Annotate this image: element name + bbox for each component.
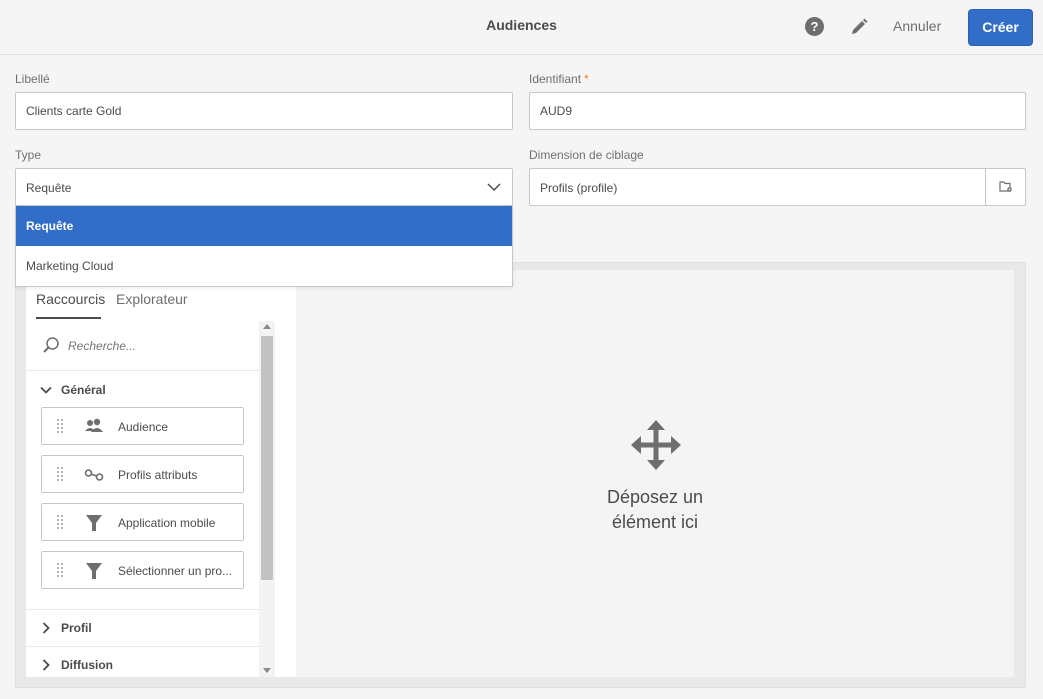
identifier-field-label: Identifiant * — [529, 72, 589, 86]
label-input[interactable] — [15, 92, 513, 130]
palette-item-label: Audience — [118, 420, 169, 434]
section-profile[interactable]: Profil — [26, 610, 259, 646]
drop-zone-line-2: élément ici — [611, 512, 699, 532]
type-option-query[interactable]: Requête — [16, 206, 512, 246]
palette-item-label: Sélectionner un pro... — [118, 564, 233, 578]
scroll-thumb[interactable] — [261, 336, 273, 580]
drag-handle-icon — [57, 563, 63, 577]
drag-handle-icon — [57, 467, 63, 481]
page-title: Audiences — [486, 17, 557, 33]
drag-handle-icon — [57, 419, 63, 433]
palette-item-label: Application mobile — [118, 516, 216, 530]
pencil-icon[interactable] — [849, 17, 869, 37]
filter-icon — [86, 563, 102, 579]
target-dimension-label: Dimension de ciblage — [529, 148, 644, 162]
type-select[interactable]: Requête — [15, 168, 513, 206]
identifier-input[interactable] — [529, 92, 1026, 130]
palette-item-audience[interactable]: Audience — [41, 407, 244, 445]
type-dropdown-menu: Requête Marketing Cloud — [15, 206, 513, 287]
folder-gear-icon — [999, 181, 1012, 192]
link-icon — [84, 469, 104, 481]
scroll-up-arrow-icon[interactable] — [263, 324, 271, 329]
palette-item-label: Profils attributs — [118, 468, 198, 482]
tab-shortcuts[interactable]: Raccourcis — [36, 291, 105, 307]
target-dimension-picker-button[interactable] — [985, 169, 1025, 205]
cancel-button[interactable]: Annuler — [893, 18, 941, 34]
type-field-label: Type — [15, 148, 42, 162]
drag-handle-icon — [57, 515, 63, 529]
top-bar: Audiences ? Annuler Créer — [0, 0, 1043, 55]
section-delivery[interactable]: Diffusion — [26, 647, 259, 677]
active-tab-indicator — [36, 317, 101, 319]
create-button[interactable]: Créer — [968, 9, 1033, 46]
type-option-marketing-cloud[interactable]: Marketing Cloud — [16, 246, 512, 286]
palette-item-select-profile[interactable]: Sélectionner un pro... — [41, 551, 244, 589]
activity-palette: Raccourcis Explorateur Général — [26, 287, 296, 677]
palette-list: Général Audience Profils attr — [26, 321, 259, 677]
scroll-down-arrow-icon[interactable] — [263, 668, 271, 673]
filter-icon — [86, 515, 102, 531]
chevron-down-icon — [40, 386, 52, 394]
move-arrows-icon — [631, 420, 681, 470]
tab-explorer[interactable]: Explorateur — [116, 291, 188, 307]
section-general[interactable]: Général — [26, 372, 259, 408]
palette-item-profile-attributes[interactable]: Profils attributs — [41, 455, 244, 493]
chevron-right-icon — [42, 622, 50, 634]
palette-search — [26, 321, 259, 371]
search-input[interactable] — [68, 336, 248, 356]
required-marker: * — [584, 72, 589, 86]
search-icon — [43, 337, 59, 353]
label-field-label: Libellé — [15, 72, 50, 86]
drop-zone-text: Déposez un élément ici — [296, 485, 1014, 535]
palette-item-mobile-app[interactable]: Application mobile — [41, 503, 244, 541]
section-label: Diffusion — [61, 658, 113, 672]
drop-zone-line-1: Déposez un — [606, 487, 704, 507]
target-dimension-value: Profils (profile) — [540, 181, 618, 195]
help-icon[interactable]: ? — [805, 17, 824, 36]
section-label: Profil — [61, 621, 92, 635]
chevron-down-icon — [487, 183, 501, 192]
palette-scrollbar[interactable] — [259, 321, 275, 677]
chevron-right-icon — [42, 659, 50, 671]
drop-zone[interactable]: Déposez un élément ici — [296, 270, 1014, 677]
target-dimension-field: Profils (profile) — [529, 168, 1026, 206]
section-label: Général — [61, 383, 106, 397]
type-select-value: Requête — [26, 181, 72, 195]
audience-icon — [85, 418, 103, 432]
